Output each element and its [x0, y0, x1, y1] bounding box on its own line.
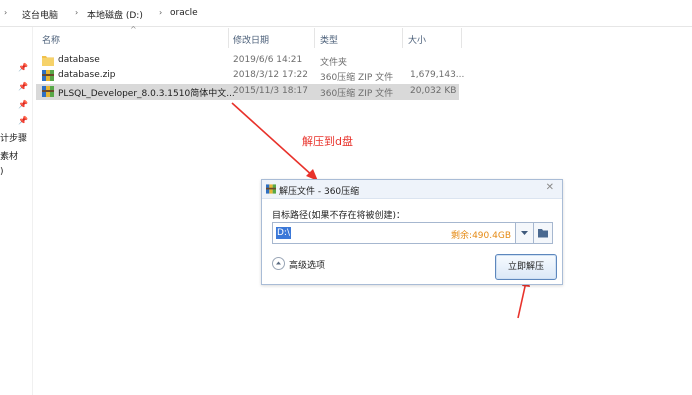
path-dropdown-button[interactable] — [515, 222, 534, 244]
expand-icon — [272, 257, 285, 270]
archive-icon — [266, 184, 276, 194]
chevron-down-icon — [521, 231, 528, 235]
browse-folder-button[interactable] — [533, 222, 553, 244]
advanced-options-label: 高级选项 — [289, 261, 326, 271]
dialog-titlebar[interactable]: 解压文件 - 360压缩 ✕ — [262, 180, 562, 199]
close-icon[interactable]: ✕ — [546, 182, 554, 193]
path-value: D:\ — [276, 227, 291, 239]
destination-path-input[interactable]: D:\ 剩余:490.4GB — [272, 222, 516, 244]
annotation-label: 解压到d盘 — [302, 135, 353, 148]
extract-now-button[interactable]: 立即解压 — [495, 254, 557, 280]
free-space: 剩余:490.4GB — [451, 231, 511, 241]
folder-icon — [538, 229, 548, 238]
extract-dialog: 解压文件 - 360压缩 ✕ 目标路径(如果不存在将被创建)： D:\ 剩余:4… — [261, 179, 563, 285]
dialog-title: 解压文件 - 360压缩 — [279, 187, 360, 197]
path-label: 目标路径(如果不存在将被创建)： — [272, 211, 406, 221]
